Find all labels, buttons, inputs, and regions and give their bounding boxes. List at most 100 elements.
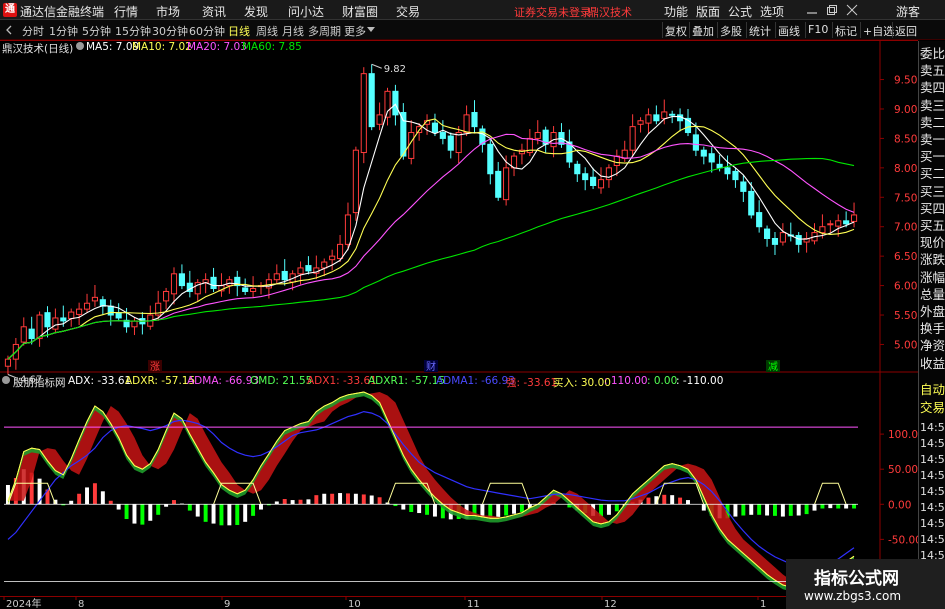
high-label: 9.82 <box>384 64 406 75</box>
candle <box>645 114 652 124</box>
watermark: 指标公式网 www.zbgs3.com <box>786 559 945 609</box>
main-ytick-label: 6.00 <box>894 281 917 293</box>
candle <box>724 167 731 175</box>
candle <box>827 223 834 226</box>
main-ytick-label: 5.00 <box>894 339 917 351</box>
candle <box>344 214 352 245</box>
candle <box>163 290 170 302</box>
candle <box>582 173 589 181</box>
candle <box>226 279 233 287</box>
main-ytick-label: 8.50 <box>894 133 917 145</box>
xtick-label: 10 <box>348 599 361 609</box>
candle <box>28 328 35 340</box>
candle <box>708 153 715 163</box>
low-label: 4.67 <box>20 374 42 385</box>
candle <box>843 220 850 225</box>
candle <box>210 276 217 290</box>
candle <box>250 288 257 292</box>
candle <box>131 320 138 328</box>
candle <box>376 114 383 125</box>
candle <box>779 232 786 243</box>
panel-field-0[interactable]: 委比 <box>920 45 945 63</box>
main-ytick-label: 9.00 <box>894 104 917 116</box>
xtick-label: 2024年 <box>6 597 41 609</box>
candle <box>68 311 75 320</box>
candle <box>692 134 699 151</box>
ind-ytick-label: -50.00 <box>888 534 918 546</box>
panel-field-19[interactable]: 自动 <box>920 381 945 399</box>
adx-band-red <box>8 392 854 589</box>
candle <box>170 273 178 295</box>
candle <box>700 149 707 157</box>
candle <box>305 265 312 272</box>
panel-field-9[interactable]: 买四 <box>920 200 945 218</box>
candle <box>463 114 470 134</box>
candle <box>740 181 747 192</box>
candle <box>669 113 676 116</box>
event-label: 涨 <box>150 361 160 373</box>
candle <box>321 261 328 269</box>
candle <box>763 228 771 239</box>
panel-field-17[interactable]: 净资 <box>920 337 945 355</box>
panel-field-11[interactable]: 现价 <box>920 234 945 252</box>
panel-field-7[interactable]: 买二 <box>920 165 945 183</box>
candle <box>850 214 858 222</box>
event-label: 财 <box>426 360 436 373</box>
panel-field-16[interactable]: 换手 <box>920 320 945 338</box>
candle <box>487 143 494 175</box>
panel-field-15[interactable]: 外盘 <box>920 303 945 321</box>
candle <box>384 90 391 118</box>
candle <box>716 163 723 169</box>
candle <box>661 111 668 119</box>
candle <box>83 302 91 310</box>
panel-field-12[interactable]: 涨跌 <box>920 251 945 269</box>
low-marker <box>7 374 19 379</box>
main-ytick-label: 7.50 <box>894 192 917 204</box>
xtick-label: 12 <box>604 599 617 609</box>
candle <box>748 190 755 216</box>
xtick-label: 11 <box>467 599 480 609</box>
candle <box>392 90 399 116</box>
candle <box>819 226 826 234</box>
panel-field-14[interactable]: 总量 <box>920 286 945 304</box>
candle <box>495 170 502 198</box>
candle <box>178 273 185 287</box>
candle <box>756 212 763 228</box>
panel-field-18[interactable]: 收益 <box>920 355 945 373</box>
candle <box>637 120 644 125</box>
candle <box>352 149 359 214</box>
candle <box>44 312 51 328</box>
ind-ytick-label: 100.00 <box>888 429 918 441</box>
candle <box>52 317 59 330</box>
candle <box>732 170 739 181</box>
xtick-label: 9 <box>224 599 230 609</box>
candle <box>400 112 407 157</box>
chart-area[interactable]: 5.00 5.50 6.00 6.50 7.00 7.50 8.00 8.50 9.00 9.50… <box>0 0 918 609</box>
candle <box>242 287 249 292</box>
panel-field-10[interactable]: 买五 <box>920 217 945 235</box>
panel-field-2[interactable]: 卖四 <box>920 79 945 97</box>
panel-field-13[interactable]: 涨幅 <box>920 269 945 287</box>
panel-field-20[interactable]: 交易 <box>920 399 945 417</box>
candle <box>329 255 336 261</box>
candle <box>273 273 280 281</box>
candle <box>360 73 367 154</box>
panel-field-5[interactable]: 卖一 <box>920 131 945 149</box>
candle <box>629 126 636 151</box>
candle <box>297 267 304 275</box>
candle <box>590 176 597 187</box>
candle <box>91 296 99 302</box>
panel-field-3[interactable]: 卖三 <box>920 97 945 115</box>
candle <box>431 122 439 134</box>
main-ytick-label: 5.50 <box>894 310 917 322</box>
candle <box>336 243 344 260</box>
watermark-title: 指标公式网 <box>814 569 899 589</box>
panel-field-8[interactable]: 买三 <box>920 183 945 201</box>
panel-field-4[interactable]: 卖二 <box>920 114 945 132</box>
ind-ytick-label: 50.00 <box>888 464 918 476</box>
ind-ytick-label: 0.00 <box>888 499 911 511</box>
candle <box>455 132 462 154</box>
candle <box>115 312 122 319</box>
panel-field-6[interactable]: 买一 <box>920 148 945 166</box>
panel-field-1[interactable]: 卖五 <box>920 62 945 80</box>
